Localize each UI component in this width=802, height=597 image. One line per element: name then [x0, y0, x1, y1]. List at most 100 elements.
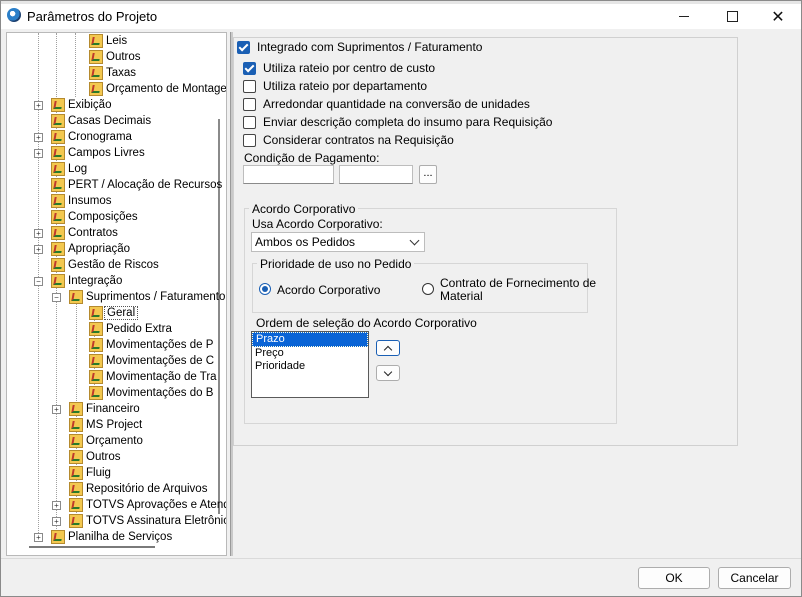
collapse-icon[interactable]: − [34, 277, 43, 286]
rateio-centro-custo-checkbox[interactable]: Utiliza rateio por centro de custo [243, 61, 435, 75]
tree-item[interactable]: PERT / Alocação de Recursos [51, 177, 222, 193]
cancel-button[interactable]: Cancelar [718, 567, 791, 589]
maximize-button[interactable] [709, 4, 755, 29]
ordem-item-prazo[interactable]: Prazo [252, 332, 368, 347]
tree-item[interactable]: Insumos [51, 193, 111, 209]
ordem-selecao-listbox[interactable]: Prazo Preço Prioridade [251, 331, 369, 398]
tree-item[interactable]: Suprimentos / Faturamento [69, 289, 225, 305]
expand-icon[interactable]: + [34, 149, 43, 158]
tree-item-label: TOTVS Assinatura Eletrônica [86, 515, 227, 527]
tree-item[interactable]: TOTVS Assinatura Eletrônica [69, 513, 227, 529]
tree-item[interactable]: Log [51, 161, 87, 177]
settings-tree[interactable]: Leis Outros Taxas Orçamento de Montagem Exib… [6, 32, 227, 556]
close-button[interactable]: ✕ [755, 4, 801, 29]
collapse-icon[interactable]: − [52, 293, 61, 302]
tree-item[interactable]: Movimentações de C [89, 353, 214, 369]
rateio-centro-custo-label: Utiliza rateio por centro de custo [263, 61, 436, 75]
tree-item[interactable]: Cronograma [51, 129, 132, 145]
tree-node-icon [51, 130, 65, 144]
tree-item[interactable]: Orçamento de Montagem [89, 81, 227, 97]
tree-item[interactable]: Movimentações do B [89, 385, 213, 401]
ordem-item-preco[interactable]: Preço [252, 347, 368, 360]
usa-acordo-select[interactable]: Ambos os Pedidos [251, 232, 425, 252]
tree-item[interactable]: Movimentação de Tra [89, 369, 217, 385]
expand-icon[interactable]: + [34, 245, 43, 254]
radio-contrato-line1: Contrato de Fornecimento de [440, 276, 597, 290]
radio-contrato-fornecimento-label: Contrato de Fornecimento de Material [440, 277, 596, 303]
tree-item[interactable]: Exibição [51, 97, 111, 113]
move-down-button[interactable] [376, 365, 400, 381]
minimize-button[interactable] [661, 4, 707, 29]
tree-item[interactable]: Integração [51, 273, 122, 289]
tree-item-label: Cronograma [68, 131, 132, 143]
tree-node-icon [89, 322, 103, 336]
radio-acordo-corporativo-label: Acordo Corporativo [277, 283, 381, 297]
ordem-item-prioridade[interactable]: Prioridade [252, 360, 368, 373]
tree-item[interactable]: MS Project [69, 417, 142, 433]
move-up-button[interactable] [376, 340, 400, 356]
integrado-checkbox[interactable]: Integrado com Suprimentos / Faturamento [237, 40, 482, 54]
ok-button[interactable]: OK [638, 567, 710, 589]
tree-item[interactable]: Geral [89, 305, 139, 321]
condicao-pagamento-code-input[interactable] [243, 165, 334, 184]
tree-node-icon [89, 306, 103, 320]
chevron-down-icon [409, 235, 420, 246]
app-logo-icon [7, 8, 21, 22]
tree-item[interactable]: Campos Livres [51, 145, 145, 161]
tree-item[interactable]: Movimentações de P [89, 337, 213, 353]
expand-icon[interactable]: + [34, 133, 43, 142]
tree-item[interactable]: Orçamento [69, 433, 143, 449]
rateio-departamento-check-icon[interactable] [243, 79, 256, 93]
tree-item[interactable]: Composições [51, 209, 138, 225]
rateio-departamento-checkbox[interactable]: Utiliza rateio por departamento [243, 79, 427, 93]
tree-item[interactable]: Taxas [89, 65, 136, 81]
considerar-contratos-checkbox[interactable]: Considerar contratos na Requisição [243, 133, 454, 147]
tree-item[interactable]: Leis [89, 33, 127, 49]
tree-item[interactable]: Pedido Extra [89, 321, 172, 337]
tree-item[interactable]: Apropriação [51, 241, 130, 257]
tree-item[interactable]: Outros [69, 449, 121, 465]
tree-item[interactable]: Gestão de Riscos [51, 257, 159, 273]
arredondar-check-icon[interactable] [243, 97, 256, 111]
rateio-centro-custo-check-icon[interactable] [243, 61, 256, 75]
integrado-check-icon[interactable] [237, 40, 250, 54]
radio-contrato-fornecimento[interactable]: Contrato de Fornecimento de Material [422, 277, 596, 303]
tree-item[interactable]: Casas Decimais [51, 113, 151, 129]
tree-item[interactable]: Outros [89, 49, 141, 65]
expand-icon[interactable]: + [34, 229, 43, 238]
tree-item[interactable]: Planilha de Serviços [51, 529, 172, 545]
tree-node-icon [69, 418, 83, 432]
tree-item[interactable]: TOTVS Aprovações e Atendimento [69, 497, 226, 513]
tree-item[interactable]: Contratos [51, 225, 118, 241]
enviar-descricao-check-icon[interactable] [243, 115, 256, 129]
arredondar-checkbox[interactable]: Arredondar quantidade na conversão de un… [243, 97, 530, 111]
tree-node-icon [69, 482, 83, 496]
considerar-contratos-label: Considerar contratos na Requisição [263, 133, 454, 147]
tree-item[interactable]: Financeiro [69, 401, 140, 417]
expand-icon[interactable]: + [52, 517, 61, 526]
condicao-pagamento-desc-input[interactable] [339, 165, 413, 184]
tree-item[interactable]: Repositório de Arquivos [69, 481, 207, 497]
tree-node-icon [51, 178, 65, 192]
tree-item-label: Geral [104, 306, 139, 320]
expand-icon[interactable]: + [52, 501, 61, 510]
tree-node-icon [89, 354, 103, 368]
expand-icon[interactable]: + [34, 101, 43, 110]
tree-item-label: Gestão de Riscos [68, 259, 159, 271]
expand-icon[interactable]: + [52, 405, 61, 414]
enviar-descricao-checkbox[interactable]: Enviar descrição completa do insumo para… [243, 115, 552, 129]
tree-node-icon [51, 258, 65, 272]
radio-acordo-corporativo-indicator[interactable] [259, 283, 271, 295]
tree-node-icon [69, 450, 83, 464]
tree-item-label: Planilha de Serviços [68, 531, 173, 543]
tree-item-label: Orçamento de Montagem [106, 83, 227, 95]
rateio-departamento-label: Utiliza rateio por departamento [263, 79, 428, 93]
radio-contrato-fornecimento-indicator[interactable] [422, 283, 434, 295]
condicao-pagamento-lookup-button[interactable]: ... [419, 165, 437, 184]
tree-node-icon [51, 114, 65, 128]
considerar-contratos-check-icon[interactable] [243, 133, 256, 147]
radio-acordo-corporativo[interactable]: Acordo Corporativo [259, 283, 380, 297]
expand-icon[interactable]: + [34, 533, 43, 542]
tree-horizontal-scroll-thumb[interactable] [29, 546, 155, 548]
tree-item[interactable]: Fluig [69, 465, 111, 481]
